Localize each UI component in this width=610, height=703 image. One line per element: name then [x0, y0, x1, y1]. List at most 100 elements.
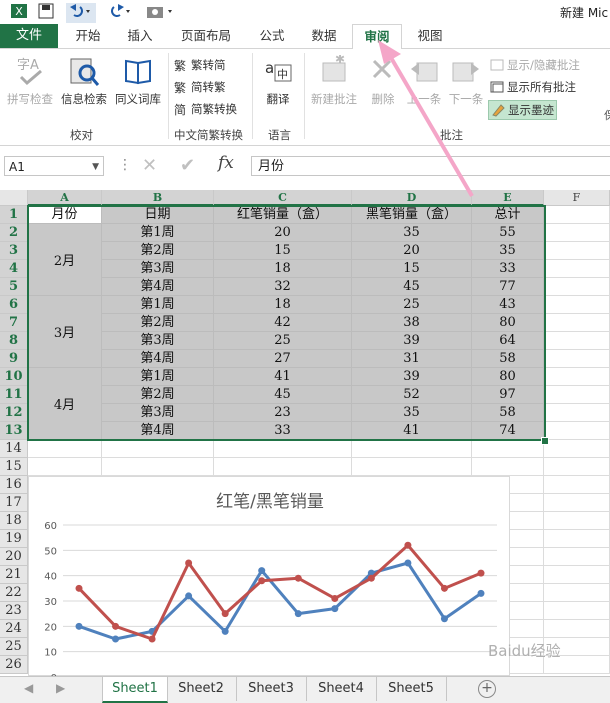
header-cell[interactable]: 红笔销量（盒） [214, 206, 352, 224]
scroll-left-icon[interactable]: ◀ [24, 681, 33, 695]
column-header-a[interactable]: A [28, 190, 102, 206]
row-header[interactable]: 19 [0, 530, 28, 548]
empty-cell[interactable] [544, 476, 610, 494]
chevron-down-icon[interactable]: ▼ [92, 157, 99, 177]
month-cell[interactable]: 2月 [28, 224, 102, 296]
column-header-b[interactable]: B [102, 190, 214, 206]
insert-function-icon[interactable]: fx [218, 153, 234, 173]
empty-cell[interactable] [544, 332, 610, 350]
delete-comment-button[interactable]: 删除 [364, 55, 402, 107]
header-cell[interactable]: 黑笔销量（盒） [352, 206, 472, 224]
row-header[interactable]: 2 [0, 224, 28, 242]
table-cell[interactable]: 41 [352, 422, 472, 440]
empty-cell[interactable] [544, 512, 610, 530]
empty-cell[interactable] [102, 458, 214, 476]
sheet-tab-5[interactable]: Sheet5 [376, 677, 447, 701]
sheet-tab-2[interactable]: Sheet2 [166, 677, 237, 701]
column-header-f[interactable]: F [544, 190, 610, 206]
header-cell[interactable]: 总计 [472, 206, 544, 224]
empty-cell[interactable] [28, 440, 102, 458]
worksheet-grid[interactable]: A B C D E F 1 月份 日期 红笔销量（盒） 黑笔销量（盒） 总计 2 2月 第1周 2… [0, 190, 610, 676]
table-cell[interactable]: 43 [472, 296, 544, 314]
row-header[interactable]: 4 [0, 260, 28, 278]
empty-cell[interactable] [352, 458, 472, 476]
empty-cell[interactable] [544, 440, 610, 458]
table-cell[interactable]: 45 [352, 278, 472, 296]
row-header[interactable]: 8 [0, 332, 28, 350]
empty-cell[interactable] [352, 440, 472, 458]
table-cell[interactable]: 97 [472, 386, 544, 404]
row-header[interactable]: 22 [0, 584, 28, 602]
empty-cell[interactable] [544, 566, 610, 584]
row-header[interactable]: 7 [0, 314, 28, 332]
confirm-icon[interactable]: ✔ [180, 155, 195, 176]
next-comment-button[interactable]: 下一条 [446, 55, 486, 107]
research-button[interactable]: 信息检索 [58, 55, 110, 107]
table-cell[interactable]: 第4周 [102, 350, 214, 368]
month-cell[interactable]: 4月 [28, 368, 102, 440]
table-cell[interactable]: 第2周 [102, 314, 214, 332]
table-cell[interactable]: 39 [352, 332, 472, 350]
tab-home[interactable]: 开始 [68, 24, 108, 48]
empty-cell[interactable] [544, 494, 610, 512]
table-cell[interactable]: 64 [472, 332, 544, 350]
table-cell[interactable]: 第2周 [102, 242, 214, 260]
row-header[interactable]: 3 [0, 242, 28, 260]
empty-cell[interactable] [544, 620, 610, 638]
convert-button[interactable]: 简简繁转换 [174, 101, 237, 117]
row-header[interactable]: 10 [0, 368, 28, 386]
show-all-comments-button[interactable]: 显示所有批注 [490, 79, 576, 95]
empty-cell[interactable] [544, 260, 610, 278]
empty-cell[interactable] [102, 440, 214, 458]
new-comment-button[interactable]: ✱ 新建批注 [308, 52, 360, 107]
row-header[interactable]: 14 [0, 440, 28, 458]
empty-cell[interactable] [28, 458, 102, 476]
add-sheet-icon[interactable]: + [478, 680, 496, 698]
formula-input[interactable]: 月份 [251, 156, 610, 176]
table-cell[interactable]: 33 [472, 260, 544, 278]
row-header[interactable]: 17 [0, 494, 28, 512]
table-cell[interactable]: 第1周 [102, 296, 214, 314]
row-header[interactable]: 21 [0, 566, 28, 584]
spell-check-button[interactable]: 字A 拼写检查 [4, 55, 56, 107]
row-header[interactable]: 1 [0, 206, 28, 224]
empty-cell[interactable] [544, 368, 610, 386]
fill-handle[interactable] [541, 437, 549, 445]
table-cell[interactable]: 45 [214, 386, 352, 404]
table-cell[interactable]: 第1周 [102, 224, 214, 242]
empty-cell[interactable] [472, 458, 544, 476]
tab-page-layout[interactable]: 页面布局 [176, 24, 236, 48]
empty-cell[interactable] [544, 530, 610, 548]
tab-view[interactable]: 视图 [410, 24, 450, 48]
table-cell[interactable]: 第3周 [102, 260, 214, 278]
table-cell[interactable]: 第4周 [102, 278, 214, 296]
table-cell[interactable]: 第2周 [102, 386, 214, 404]
row-header[interactable]: 25 [0, 638, 28, 656]
table-cell[interactable]: 25 [352, 296, 472, 314]
empty-cell[interactable] [544, 458, 610, 476]
cancel-icon[interactable]: ✕ [142, 155, 157, 176]
tab-insert[interactable]: 插入 [120, 24, 160, 48]
row-header[interactable]: 16 [0, 476, 28, 494]
table-cell[interactable]: 35 [352, 224, 472, 242]
empty-cell[interactable] [544, 296, 610, 314]
name-box[interactable]: A1 ▼ [4, 156, 104, 176]
tab-formulas[interactable]: 公式 [252, 24, 292, 48]
table-cell[interactable]: 23 [214, 404, 352, 422]
save-icon[interactable] [38, 3, 54, 23]
row-header[interactable]: 23 [0, 602, 28, 620]
row-header[interactable]: 18 [0, 512, 28, 530]
row-header[interactable]: 20 [0, 548, 28, 566]
row-header[interactable]: 24 [0, 620, 28, 638]
line-chart[interactable]: 红笔/黑笔销量 6050403020100 [28, 476, 510, 676]
header-cell-month[interactable]: 月份 [28, 206, 102, 224]
column-header-e[interactable]: E [472, 190, 544, 206]
table-cell[interactable]: 58 [472, 350, 544, 368]
show-hide-comment-button[interactable]: 显示/隐藏批注 [490, 57, 580, 73]
table-cell[interactable]: 55 [472, 224, 544, 242]
table-cell[interactable]: 74 [472, 422, 544, 440]
table-cell[interactable]: 39 [352, 368, 472, 386]
row-header[interactable]: 9 [0, 350, 28, 368]
table-cell[interactable]: 15 [214, 242, 352, 260]
tab-review[interactable]: 审阅 [352, 24, 402, 50]
